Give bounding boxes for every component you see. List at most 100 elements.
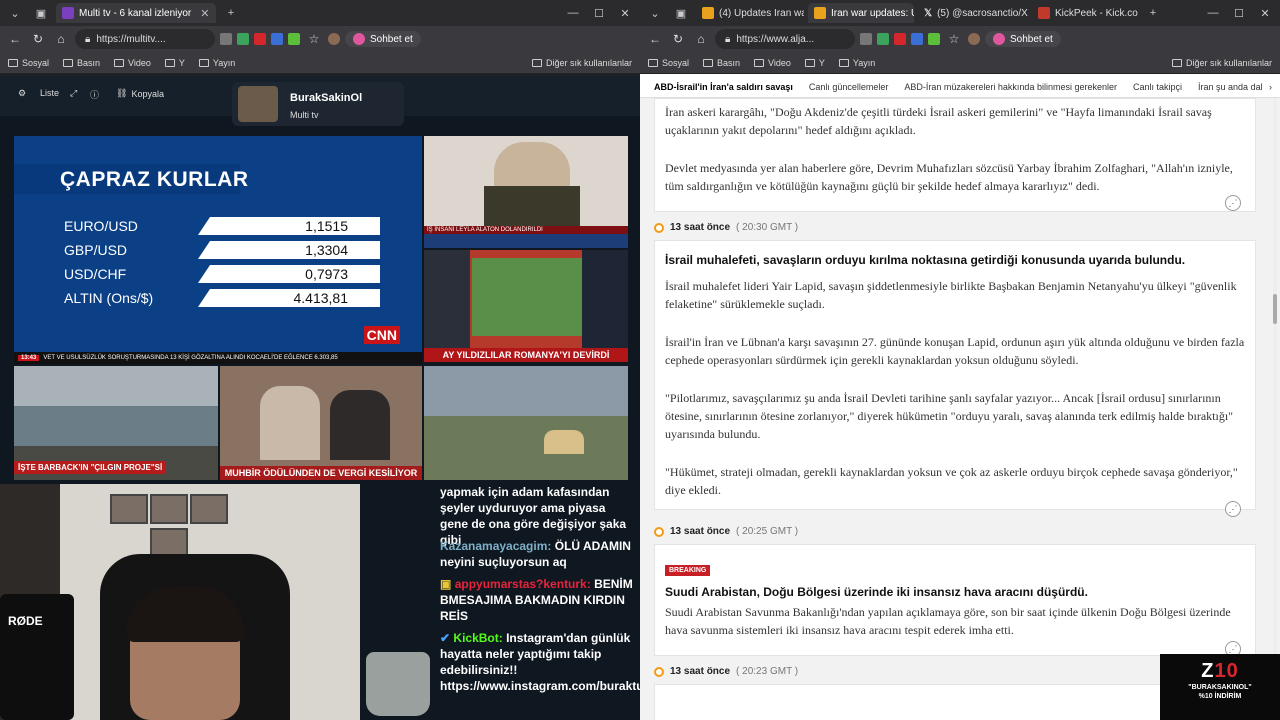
home-icon[interactable]: ⌂	[52, 32, 70, 46]
chat-user[interactable]: KickBot:	[453, 631, 502, 645]
extension-icon[interactable]	[928, 33, 940, 45]
favorites-icon[interactable]: ☆	[945, 32, 963, 46]
tab-iran-war-updates[interactable]: Iran war updates: US	[808, 3, 914, 23]
tab-updates-iran[interactable]: (4) Updates Iran war	[696, 3, 804, 23]
maximize-icon[interactable]: ☐	[1228, 7, 1250, 20]
bookmark-folder[interactable]: Y	[164, 58, 185, 68]
video-tile[interactable]: İŞ İNSANI LEYLA ALATON DOLANDIRILDI	[424, 136, 628, 248]
list-button[interactable]: Liste	[40, 88, 59, 98]
tile-caption: MUHBİR ÖDÜLÜNDEN DE VERGİ KESİLİYOR	[220, 466, 422, 480]
copilot-label: Sohbet et	[1010, 33, 1053, 45]
extension-icon[interactable]	[911, 33, 923, 45]
cnn-crossrates-tile[interactable]: ÇAPRAZ KURLAR EURO/USD 1,1515 GBP/USD 1,33…	[14, 136, 422, 364]
video-tile[interactable]: AY YILDIZLILAR ROMANYA'YI DEVİRDİ	[424, 250, 628, 362]
folder-icon	[531, 58, 542, 67]
bookmark-folder[interactable]: Video	[114, 58, 151, 68]
chat-user[interactable]: appyumarstas?kenturk:	[455, 577, 591, 591]
share-icon[interactable]: ⋰	[1225, 501, 1241, 517]
nav-bar: ← ↻ ⌂ 🔒︎ https://www.alja... ☆ Sohbet et	[640, 26, 1280, 52]
tab-x-sacrosanctio[interactable]: 𝕏 (5) @sacrosanctio/X	[918, 3, 1028, 23]
rate-value: 0,7973	[198, 265, 380, 283]
tile-caption: İŞ İNSANI LEYLA ALATON DOLANDIRILDI	[424, 226, 628, 234]
subnav-item[interactable]: İran şu anda dal	[1198, 82, 1263, 92]
extension-icon[interactable]	[288, 33, 300, 45]
scrollbar[interactable]	[1273, 98, 1277, 720]
extension-icon[interactable]	[271, 33, 283, 45]
share-icon[interactable]: ⋰	[1225, 195, 1241, 211]
time-ago: 13 saat önce	[670, 666, 731, 677]
maximize-icon[interactable]: ☐	[588, 7, 610, 20]
channel-profile[interactable]: BurakSakinOl Multi tv	[232, 82, 404, 126]
extension-icon[interactable]	[220, 33, 232, 45]
bookmark-folder[interactable]: Basın	[703, 58, 740, 68]
rate-row: GBP/USD 1,3304	[56, 240, 396, 260]
address-text: https://multitv....	[96, 33, 166, 45]
subnav-item[interactable]: Canlı takipçi	[1133, 82, 1182, 92]
address-bar[interactable]: 🔒︎ https://multitv....	[75, 29, 215, 49]
bookmark-folder[interactable]: Video	[754, 58, 791, 68]
copilot-button[interactable]: Sohbet et	[345, 31, 421, 47]
bookmark-folder[interactable]: Sosyal	[648, 58, 689, 68]
new-tab-icon[interactable]: +	[220, 7, 242, 19]
back-icon[interactable]: ←	[646, 32, 664, 46]
video-tile[interactable]: MUHBİR ÖDÜLÜNDEN DE VERGİ KESİLİYOR	[220, 366, 422, 480]
settings-icon[interactable]: ⚙	[18, 88, 26, 99]
extension-icon[interactable]	[894, 33, 906, 45]
tile-caption: AY YILDIZLILAR ROMANYA'YI DEVİRDİ	[424, 348, 628, 362]
minimize-icon[interactable]: —	[1202, 7, 1224, 19]
bookmark-folder[interactable]: Y	[804, 57, 825, 68]
profile-avatar[interactable]	[968, 33, 980, 45]
scrollbar-thumb[interactable]	[1273, 294, 1277, 324]
subnav-item[interactable]: Canlı güncellemeler	[809, 82, 889, 92]
copilot-button[interactable]: Sohbet et	[985, 31, 1061, 47]
close-tab-icon[interactable]: ✕	[200, 7, 209, 20]
expand-icon[interactable]: ⤢	[70, 88, 77, 99]
other-favorites[interactable]: Diğer sık kullanılanlar	[1171, 58, 1272, 68]
bookmark-folder[interactable]: Yayın	[198, 58, 235, 68]
extension-icon[interactable]	[877, 33, 889, 45]
address-bar[interactable]: 🔒︎ https://www.alja...	[715, 29, 855, 49]
new-tab-icon[interactable]: +	[1142, 7, 1164, 19]
bookmark-folder[interactable]: Basın	[63, 58, 100, 68]
time-gmt: ( 20:25 GMT )	[736, 526, 799, 537]
close-window-icon[interactable]: ✕	[614, 7, 636, 20]
avatar	[238, 86, 278, 122]
profile-avatar[interactable]	[328, 33, 340, 45]
refresh-icon[interactable]: ↻	[29, 32, 47, 46]
favorites-icon[interactable]: ☆	[305, 32, 323, 46]
bookmark-label: Video	[128, 57, 151, 68]
refresh-icon[interactable]: ↻	[669, 32, 687, 46]
subnav-item[interactable]: ABD-İran müzakereleri hakkında bilinmesi…	[904, 82, 1117, 92]
close-window-icon[interactable]: ✕	[1254, 7, 1276, 20]
home-icon[interactable]: ⌂	[692, 32, 710, 46]
bookmark-folder[interactable]: Yayın	[838, 58, 875, 68]
video-tile[interactable]: İŞTE BARBACK'IN "ÇILGIN PROJE"Sİ	[14, 366, 218, 480]
subnav-item[interactable]: ABD-İsrail'in İran'a saldırı savaşı	[654, 82, 793, 92]
entry-paragraph: İsrail muhalefet lideri Yair Lapid, sava…	[665, 279, 1237, 311]
tab-actions-icon[interactable]: ⌄	[644, 7, 666, 20]
video-tile[interactable]	[424, 366, 628, 480]
info-icon[interactable]: ⓘ	[90, 88, 99, 101]
tab-actions-icon[interactable]: ⌄	[4, 7, 26, 20]
time-gmt: ( 20:23 GMT )	[736, 666, 799, 677]
wall-frame	[150, 494, 188, 524]
workspaces-icon[interactable]: ▣	[30, 7, 52, 20]
bookmark-label: Y	[818, 57, 825, 68]
other-favorites[interactable]: Diğer sık kullanılanlar	[531, 58, 632, 68]
chat-user[interactable]: Kazanamayacagim:	[440, 539, 551, 553]
extension-icon[interactable]	[860, 33, 872, 45]
workspaces-icon[interactable]: ▣	[670, 7, 692, 20]
chevron-right-icon[interactable]: ›	[1269, 82, 1272, 92]
folder-icon	[648, 58, 658, 67]
chat-panel: yapmak için adam kafasından şeyler uydur…	[360, 484, 640, 720]
extension-icon[interactable]	[254, 33, 266, 45]
tab-label: Iran war updates: US	[831, 7, 914, 19]
bookmark-folder[interactable]: Sosyal	[8, 58, 49, 68]
extension-icon[interactable]	[237, 33, 249, 45]
minimize-icon[interactable]: —	[562, 7, 584, 19]
tab-kickpeek[interactable]: KickPeek - Kick.com	[1032, 3, 1138, 23]
copy-button[interactable]: ⛓ Kopyala	[116, 88, 164, 99]
profile-subtitle: Multi tv	[290, 110, 319, 120]
tab-multitv[interactable]: Multi tv - 6 kanal izleniyor ✕	[56, 3, 216, 23]
back-icon[interactable]: ←	[6, 32, 24, 46]
